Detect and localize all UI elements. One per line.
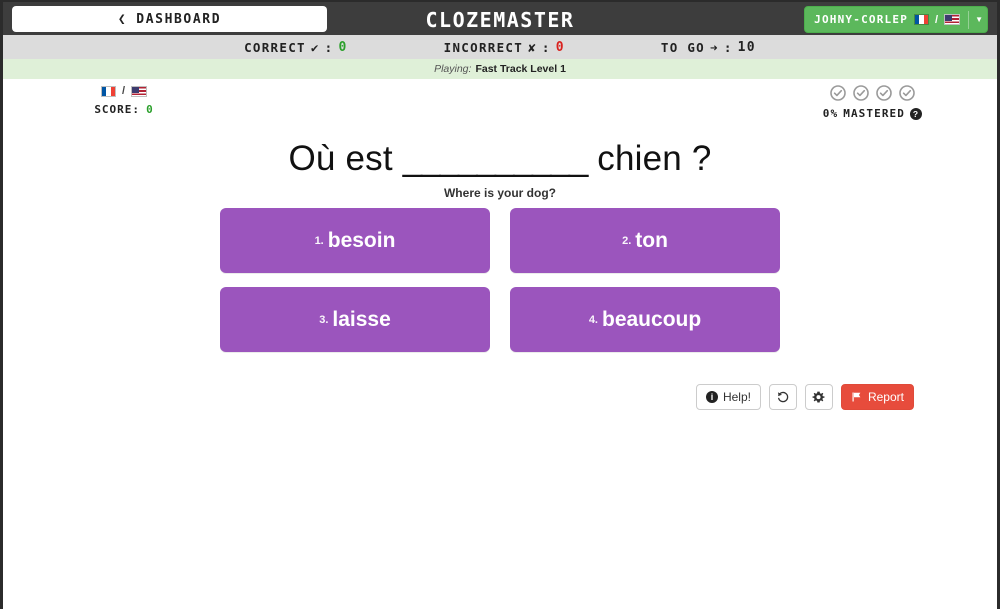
check-circle-icon bbox=[876, 85, 892, 101]
help-button-label: Help! bbox=[722, 390, 751, 404]
check-icon: ✔ bbox=[310, 39, 320, 55]
to-go-separator: : bbox=[723, 39, 733, 55]
mastered-label: MASTERED bbox=[843, 107, 905, 120]
language-pair: / bbox=[84, 85, 164, 97]
clozemaster-page: ❮ DASHBOARD CLOZEMASTER JOHNY-CORLEP / ▼… bbox=[0, 0, 1000, 609]
to-go-value: 10 bbox=[737, 39, 756, 55]
check-circle-icon bbox=[899, 85, 915, 101]
score-line: SCORE: 0 bbox=[84, 103, 164, 116]
answer-choice-2[interactable]: 2. ton bbox=[510, 208, 780, 273]
stat-incorrect: INCORRECT ✘ : 0 bbox=[444, 40, 565, 55]
score-label: SCORE: bbox=[94, 103, 141, 116]
answer-choice-3[interactable]: 3. laisse bbox=[220, 287, 490, 352]
info-icon: i bbox=[705, 391, 718, 403]
score-box: / SCORE: 0 bbox=[84, 85, 164, 116]
settings-button[interactable] bbox=[804, 384, 833, 410]
answer-choice-number: 1. bbox=[314, 234, 324, 247]
answer-choice-1[interactable]: 1. besoin bbox=[220, 208, 490, 273]
answer-choice-number: 2. bbox=[622, 234, 632, 247]
flag-icon bbox=[852, 392, 861, 402]
gear-icon bbox=[812, 391, 825, 403]
usa-flag-icon bbox=[131, 85, 148, 97]
mastered-percent: 0% bbox=[822, 107, 839, 120]
answer-choice-text: laisse bbox=[332, 307, 391, 331]
top-navbar: ❮ DASHBOARD CLOZEMASTER JOHNY-CORLEP / ▼ bbox=[0, 0, 1000, 35]
answer-choice-text: beaucoup bbox=[602, 307, 702, 331]
cloze-before: Où est bbox=[288, 139, 393, 178]
check-circle-icon bbox=[853, 85, 869, 101]
correct-label: CORRECT bbox=[244, 39, 306, 55]
mastered-box: 0% MASTERED ? bbox=[823, 85, 922, 120]
france-flag-icon bbox=[100, 85, 116, 97]
incorrect-value: 0 bbox=[555, 39, 565, 55]
correct-value: 0 bbox=[338, 39, 348, 55]
playing-collection: Fast Track Level 1 bbox=[475, 63, 566, 75]
arrow-right-icon: ➜ bbox=[710, 39, 719, 55]
cross-icon: ✘ bbox=[528, 39, 537, 55]
check-circle-icon bbox=[830, 85, 846, 101]
mastered-line: 0% MASTERED ? bbox=[823, 107, 922, 120]
correct-separator: : bbox=[324, 39, 334, 55]
score-value: 0 bbox=[146, 103, 154, 116]
cloze-sentence: Où est __________ chien ? bbox=[0, 139, 1000, 179]
reset-round-button[interactable] bbox=[768, 384, 797, 410]
playing-prefix: Playing: bbox=[434, 63, 472, 75]
cloze-after: chien ? bbox=[597, 139, 712, 178]
stat-correct: CORRECT ✔ : 0 bbox=[244, 40, 348, 55]
report-button-label: Report bbox=[867, 390, 904, 404]
incorrect-separator: : bbox=[541, 39, 551, 55]
round-toolbar: i Help! Report bbox=[695, 384, 914, 410]
playing-banner: Playing: Fast Track Level 1 bbox=[0, 59, 1000, 79]
answer-choice-number: 4. bbox=[588, 313, 598, 326]
answer-choice-text: besoin bbox=[327, 228, 396, 252]
incorrect-label: INCORRECT bbox=[443, 39, 524, 55]
answer-choice-4[interactable]: 4. beaucoup bbox=[510, 287, 780, 352]
stats-bar: CORRECT ✔ : 0 INCORRECT ✘ : 0 TO GO ➜ : … bbox=[0, 35, 1000, 59]
mastery-check-row bbox=[823, 85, 922, 101]
help-button[interactable]: i Help! bbox=[695, 384, 761, 410]
france-flag-icon bbox=[914, 14, 930, 25]
cloze-translation: Where is your dog? bbox=[443, 186, 556, 200]
report-button[interactable]: Report bbox=[840, 384, 914, 410]
answer-choices: 1. besoin 2. ton 3. laisse 4. beaucoup bbox=[220, 208, 780, 352]
chevron-down-icon[interactable]: ▼ bbox=[968, 10, 983, 29]
answer-choice-text: ton bbox=[635, 228, 668, 252]
language-pair-separator: / bbox=[935, 13, 939, 26]
main-content: / SCORE: 0 0% MASTERED ? Où est ________… bbox=[0, 79, 1000, 609]
stat-to-go: TO GO ➜ : 10 bbox=[661, 40, 756, 55]
help-question-icon[interactable]: ? bbox=[910, 107, 922, 120]
user-name-label: JOHNY-CORLEP bbox=[814, 13, 909, 26]
undo-arrow-icon bbox=[777, 391, 789, 403]
user-menu-button[interactable]: JOHNY-CORLEP / ▼ bbox=[804, 6, 988, 33]
cloze-blank: __________ bbox=[402, 139, 589, 178]
answer-choice-number: 3. bbox=[319, 313, 329, 326]
to-go-label: TO GO bbox=[660, 39, 706, 55]
usa-flag-icon bbox=[944, 14, 961, 25]
language-pair-separator: / bbox=[121, 85, 126, 97]
